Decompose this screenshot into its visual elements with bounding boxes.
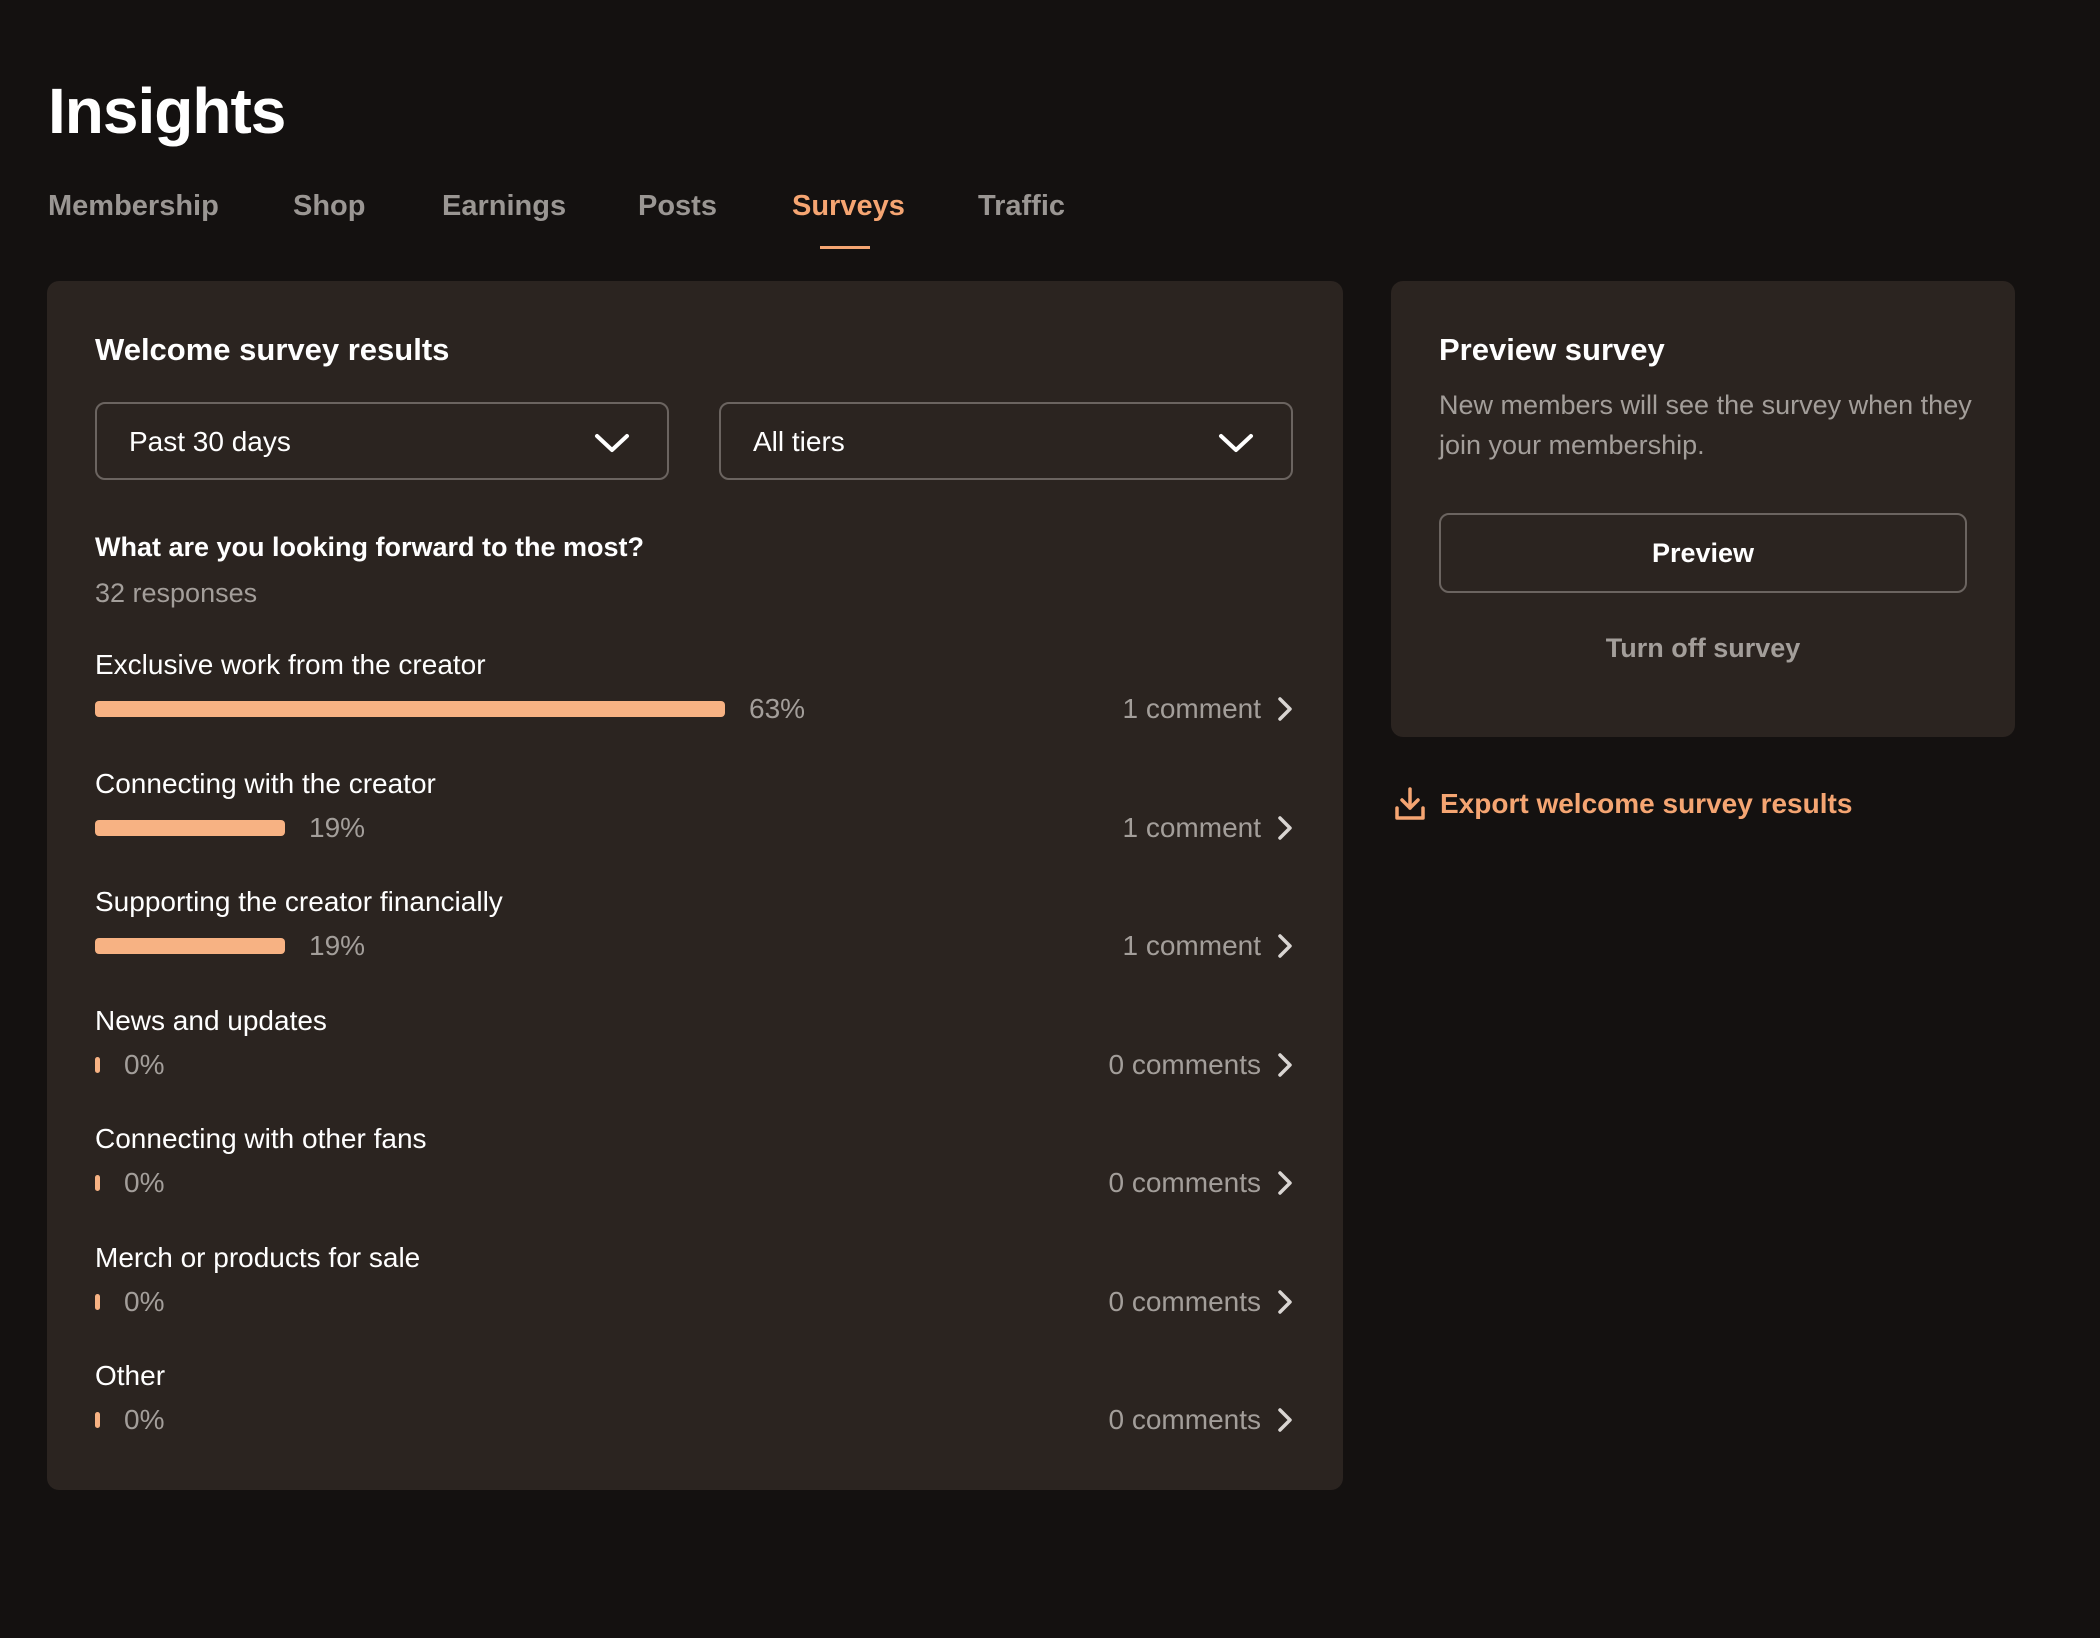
tier-select[interactable]: All tiers — [719, 402, 1293, 480]
preview-survey-description: New members will see the survey when the… — [1439, 385, 1979, 465]
survey-option-row: Other 0% 0 comments — [95, 1360, 1295, 1470]
period-select-value: Past 30 days — [129, 426, 291, 458]
period-select[interactable]: Past 30 days — [95, 402, 669, 480]
survey-option-comments-link[interactable]: 0 comments — [1109, 1165, 1296, 1201]
survey-option-row: Supporting the creator financially 19% 1 c… — [95, 886, 1295, 996]
survey-option-bar — [95, 701, 725, 717]
survey-option-label: Supporting the creator financially — [95, 886, 503, 918]
survey-question: What are you looking forward to the most… — [95, 532, 644, 563]
survey-option-bar — [95, 938, 285, 954]
survey-option-percent: 63% — [749, 693, 805, 725]
comments-count: 1 comment — [1123, 812, 1262, 844]
survey-option-percent: 0% — [124, 1404, 164, 1436]
survey-option-percent: 0% — [124, 1286, 164, 1318]
survey-option-label: Connecting with other fans — [95, 1123, 427, 1155]
export-results-link[interactable]: Export welcome survey results — [1394, 784, 1852, 824]
export-results-label: Export welcome survey results — [1440, 788, 1852, 820]
page-title: Insights — [48, 74, 285, 148]
download-icon — [1394, 786, 1426, 822]
survey-option-comments-link[interactable]: 0 comments — [1109, 1284, 1296, 1320]
survey-option-bar — [95, 1294, 100, 1310]
tab-membership[interactable]: Membership — [48, 190, 219, 223]
survey-option-comments-link[interactable]: 0 comments — [1109, 1402, 1296, 1438]
preview-survey-title: Preview survey — [1439, 332, 1665, 368]
chevron-right-icon — [1275, 1405, 1295, 1435]
comments-count: 1 comment — [1123, 930, 1262, 962]
survey-option-comments-link[interactable]: 1 comment — [1123, 810, 1296, 846]
survey-option-comments-link[interactable]: 1 comment — [1123, 928, 1296, 964]
survey-option-row: Merch or products for sale 0% 0 comments — [95, 1242, 1295, 1352]
tab-earnings[interactable]: Earnings — [442, 190, 566, 223]
survey-results-title: Welcome survey results — [95, 332, 449, 368]
chevron-right-icon — [1275, 694, 1295, 724]
survey-option-bar — [95, 1175, 100, 1191]
chevron-right-icon — [1275, 1287, 1295, 1317]
tab-surveys-label: Surveys — [792, 190, 905, 222]
chevron-down-icon — [593, 426, 631, 458]
survey-option-percent: 19% — [309, 812, 365, 844]
comments-count: 0 comments — [1109, 1286, 1262, 1318]
survey-option-percent: 0% — [124, 1049, 164, 1081]
chevron-right-icon — [1275, 931, 1295, 961]
survey-results-card: Welcome survey results Past 30 days All … — [47, 281, 1343, 1490]
chevron-down-icon — [1217, 426, 1255, 458]
survey-option-percent: 0% — [124, 1167, 164, 1199]
turn-off-survey-button[interactable]: Turn off survey — [1439, 633, 1967, 664]
response-count: 32 responses — [95, 578, 257, 609]
comments-count: 1 comment — [1123, 693, 1262, 725]
survey-option-row: Exclusive work from the creator 63% 1 comm… — [95, 649, 1295, 759]
survey-option-percent: 19% — [309, 930, 365, 962]
survey-option-label: News and updates — [95, 1005, 327, 1037]
preview-survey-card: Preview survey New members will see the … — [1391, 281, 2015, 737]
tab-posts[interactable]: Posts — [638, 190, 717, 223]
survey-option-row: Connecting with the creator 19% 1 comment — [95, 768, 1295, 878]
comments-count: 0 comments — [1109, 1049, 1262, 1081]
survey-option-row: Connecting with other fans 0% 0 comments — [95, 1123, 1295, 1233]
survey-option-label: Merch or products for sale — [95, 1242, 420, 1274]
comments-count: 0 comments — [1109, 1404, 1262, 1436]
tab-traffic[interactable]: Traffic — [978, 190, 1065, 223]
preview-button[interactable]: Preview — [1439, 513, 1967, 593]
survey-option-bar — [95, 820, 285, 836]
survey-option-row: News and updates 0% 0 comments — [95, 1005, 1295, 1115]
survey-option-bar — [95, 1057, 100, 1073]
survey-option-label: Connecting with the creator — [95, 768, 436, 800]
tier-select-value: All tiers — [753, 426, 845, 458]
active-tab-indicator — [820, 246, 870, 249]
chevron-right-icon — [1275, 1168, 1295, 1198]
survey-option-bar — [95, 1412, 100, 1428]
chevron-right-icon — [1275, 1050, 1295, 1080]
survey-option-label: Exclusive work from the creator — [95, 649, 486, 681]
survey-option-label: Other — [95, 1360, 165, 1392]
tab-surveys[interactable]: Surveys — [792, 190, 898, 223]
comments-count: 0 comments — [1109, 1167, 1262, 1199]
chevron-right-icon — [1275, 813, 1295, 843]
survey-option-comments-link[interactable]: 0 comments — [1109, 1047, 1296, 1083]
tab-shop[interactable]: Shop — [293, 190, 366, 223]
survey-option-comments-link[interactable]: 1 comment — [1123, 691, 1296, 727]
